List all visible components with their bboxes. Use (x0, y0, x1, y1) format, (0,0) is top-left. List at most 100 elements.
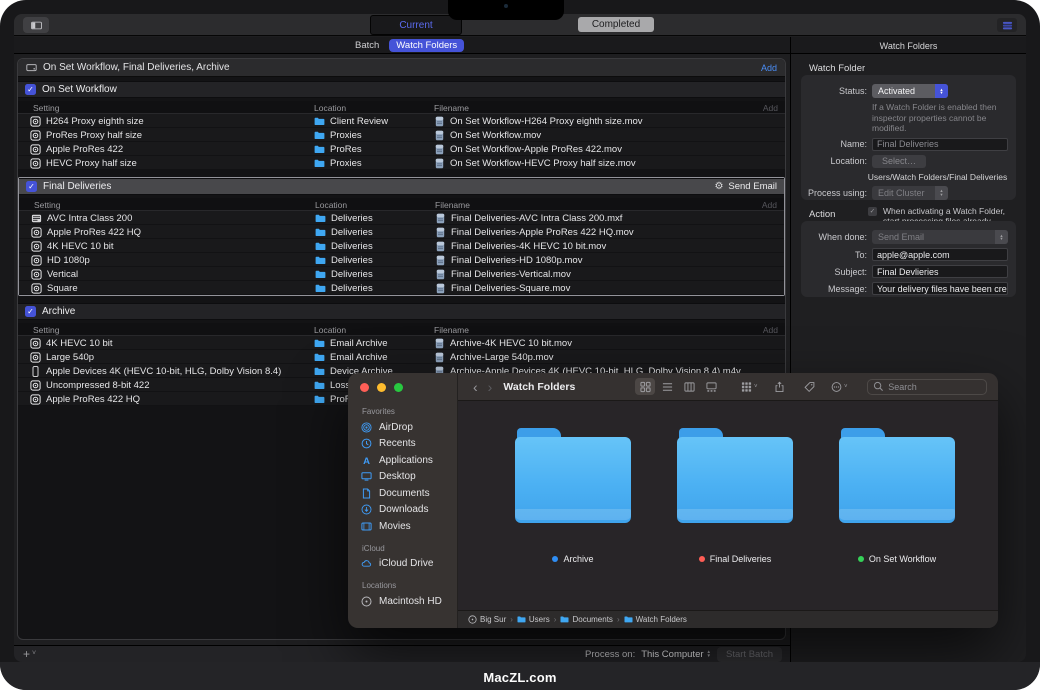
location-path: Users/Watch Folders/Final Deliveries (865, 172, 1010, 182)
forward-button[interactable]: › (483, 380, 498, 394)
gallery-view-icon (706, 381, 717, 392)
setting-name: 4K HEVC 10 bit (47, 241, 114, 252)
tab-completed[interactable]: Completed (578, 17, 654, 32)
gallery-view-button[interactable] (701, 378, 721, 395)
setting-row[interactable]: 4K HEVC 10 bitEmail ArchiveArchive-4K HE… (18, 336, 785, 350)
macbook-mockup: Current Completed Batch Watch Folders Wa… (0, 0, 1040, 690)
to-field[interactable]: apple@apple.com (872, 248, 1008, 261)
popup-stepper-icon: ▲▼ (995, 230, 1008, 244)
share-button[interactable] (769, 378, 789, 395)
add-setting-link[interactable]: Add (763, 325, 778, 335)
folder-item-on-set-workflow[interactable]: On Set Workflow (834, 428, 960, 564)
file-icon (435, 269, 446, 280)
column-view-button[interactable] (679, 378, 699, 395)
folder-icon (314, 338, 325, 349)
close-button[interactable] (360, 383, 369, 392)
subject-field[interactable]: Final Devlieries (872, 265, 1008, 278)
add-setting-link[interactable]: Add (763, 103, 778, 113)
view-switcher (635, 378, 721, 395)
setting-name: Apple ProRes 422 HQ (47, 227, 141, 238)
watch-folder-section-title: Watch Folder (809, 63, 865, 74)
start-batch-button[interactable]: Start Batch (717, 647, 782, 662)
sidebar-item-macintosh-hd[interactable]: Macintosh HD (348, 593, 457, 610)
sidebar-item-desktop[interactable]: Desktop (348, 469, 457, 486)
tab-watch-folders[interactable]: Watch Folders (389, 39, 464, 52)
sidebar-item-downloads[interactable]: Downloads (348, 502, 457, 519)
output-filename: Final Deliveries-Apple ProRes 422 HQ.mov (451, 227, 634, 238)
sidebar-section-title: Favorites (348, 398, 457, 419)
setting-row[interactable]: Large 540pEmail ArchiveArchive-Large 540… (18, 350, 785, 364)
location-name: Deliveries (331, 227, 373, 238)
add-setting-link[interactable]: Add (762, 200, 777, 210)
folder-item-archive[interactable]: Archive (510, 428, 636, 564)
sidebar-item-movies[interactable]: Movies (348, 518, 457, 535)
icon-view-button[interactable] (635, 378, 655, 395)
watch-folder-group[interactable]: ✓On Set WorkflowSettingLocationFilenameA… (18, 81, 785, 170)
batch-groups: ✓On Set WorkflowSettingLocationFilenameA… (18, 77, 785, 406)
tags-button[interactable] (799, 378, 819, 395)
setting-row[interactable]: ProRes Proxy half sizeProxiesOn Set Work… (18, 128, 785, 142)
minimize-button[interactable] (377, 383, 386, 392)
column-view-icon (684, 381, 695, 392)
folder-label: Archive (552, 554, 593, 564)
path-item[interactable]: Documents (560, 615, 612, 624)
path-separator: › (554, 615, 557, 624)
zoom-button[interactable] (394, 383, 403, 392)
finder-sidebar: FavoritesAirDropRecentsAApplicationsDesk… (348, 373, 458, 628)
column-location: Location (314, 325, 346, 335)
send-email-button[interactable]: ⚙Send Email (714, 181, 777, 192)
setting-row[interactable]: SquareDeliveriesFinal Deliveries-Square.… (19, 281, 784, 295)
subject-label: Subject: (801, 267, 867, 277)
tab-batch[interactable]: Batch (348, 39, 386, 52)
folder-icon (314, 394, 325, 405)
setting-row[interactable]: Apple ProRes 422ProResOn Set Workflow-Ap… (18, 142, 785, 156)
setting-row[interactable]: AVC Intra Class 200DeliveriesFinal Deliv… (19, 211, 784, 225)
output-filename: On Set Workflow.mov (450, 130, 541, 141)
name-field[interactable]: Final Deliveries (872, 138, 1008, 151)
setting-icon (30, 158, 41, 169)
process-using-popup[interactable]: Edit Cluster▲▼ (872, 186, 948, 200)
list-view-button[interactable] (657, 378, 677, 395)
setting-row[interactable]: Apple ProRes 422 HQ Deliveries Final Deliv… (19, 225, 784, 239)
column-filename: Filename (434, 325, 469, 335)
sidebar-item-applications[interactable]: AApplications (348, 452, 457, 469)
batch-header[interactable]: On Set Workflow, Final Deliveries, Archi… (18, 59, 785, 77)
batch-monitor-button[interactable] (997, 18, 1017, 32)
sidebar-icon (31, 20, 42, 31)
location-select-button[interactable]: Select… (872, 155, 926, 168)
sidebar-item-icloud-drive[interactable]: iCloud Drive (348, 556, 457, 573)
location-name: Deliveries (331, 255, 373, 266)
action-box: When done: Send Email▲▼ To: apple@apple.… (801, 221, 1016, 297)
group-checkbox[interactable]: ✓ (25, 84, 36, 95)
tab-current[interactable]: Current (370, 15, 462, 35)
setting-row[interactable]: HD 1080pDeliveriesFinal Deliveries-HD 10… (19, 253, 784, 267)
folder-item-final-deliveries[interactable]: Final Deliveries (672, 428, 798, 564)
path-item[interactable]: Users (517, 615, 550, 624)
path-item[interactable]: Big Sur (468, 615, 506, 624)
group-checkbox[interactable]: ✓ (25, 306, 36, 317)
setting-row[interactable]: H264 Proxy eighth sizeClient ReviewOn Se… (18, 114, 785, 128)
message-field[interactable]: Your delivery files have been created (872, 282, 1008, 295)
search-field[interactable]: Search (867, 379, 987, 395)
column-setting: Setting (33, 103, 59, 113)
when-done-popup[interactable]: Send Email▲▼ (872, 230, 1008, 244)
activate-checkbox[interactable]: ✓ (868, 207, 877, 216)
add-watch-folder-link[interactable]: Add (761, 63, 777, 73)
watch-folder-group[interactable]: ✓Final Deliveries⚙Send EmailSettingLocat… (18, 177, 785, 296)
group-checkbox[interactable]: ✓ (26, 181, 37, 192)
process-on-select[interactable]: This Computer▲▼ (641, 649, 711, 660)
add-batch-button[interactable]: +˅ (23, 648, 36, 660)
sidebar-item-airdrop[interactable]: AirDrop (348, 419, 457, 436)
more-actions-button[interactable]: ˅ (829, 378, 849, 395)
setting-row[interactable]: HEVC Proxy half sizeProxiesOn Set Workfl… (18, 156, 785, 170)
sidebar-item-documents[interactable]: Documents (348, 485, 457, 502)
sidebar-item-recents[interactable]: Recents (348, 436, 457, 453)
setting-row[interactable]: VerticalDeliveriesFinal Deliveries-Verti… (19, 267, 784, 281)
status-popup[interactable]: Activated▲▼ (872, 84, 948, 98)
path-item[interactable]: Watch Folders (624, 615, 687, 624)
setting-row[interactable]: 4K HEVC 10 bitDeliveriesFinal Deliveries… (19, 239, 784, 253)
sidebar-toggle-button[interactable] (23, 17, 49, 33)
location-name: Deliveries (331, 269, 373, 280)
back-button[interactable]: ‹ (468, 380, 483, 394)
group-by-button[interactable]: ˅ (739, 378, 759, 395)
